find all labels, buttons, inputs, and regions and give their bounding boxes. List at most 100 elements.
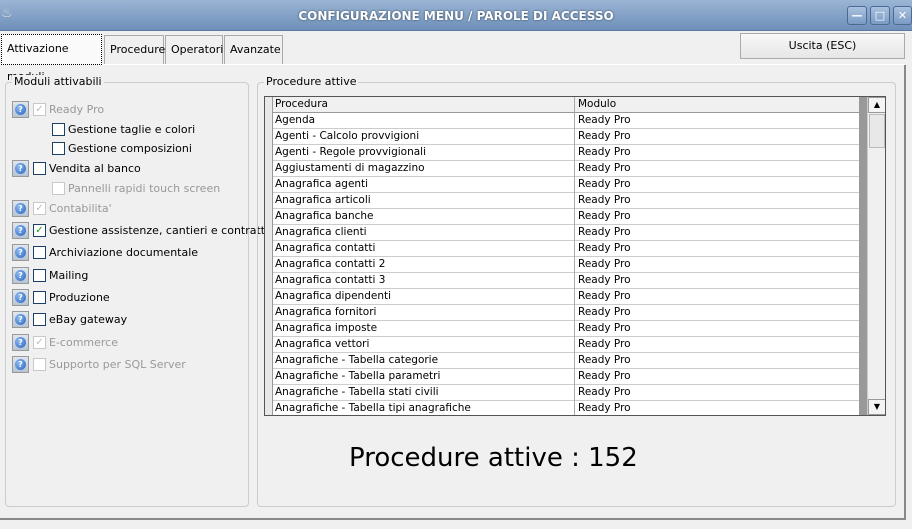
help-icon[interactable]: ? (12, 266, 29, 284)
cell-modulo: Ready Pro (578, 146, 631, 158)
module-item: ? Vendita al banco (12, 159, 141, 177)
help-icon[interactable]: ? (12, 243, 29, 261)
procedures-group-title: Procedure attive (264, 75, 359, 88)
cell-procedura: Anagrafica banche (275, 210, 374, 222)
module-item: ? ✓ E-commerce (12, 333, 118, 351)
title-bar: ♨ CONFIGURAZIONE MENU / PAROLE DI ACCESS… (0, 0, 912, 31)
table-row[interactable]: Agenti - Calcolo provvigioni Ready Pro (265, 129, 859, 145)
cell-modulo: Ready Pro (578, 354, 631, 366)
table-row[interactable]: Anagrafica contatti 2 Ready Pro (265, 257, 859, 273)
cell-modulo: Ready Pro (578, 258, 631, 270)
module-checkbox[interactable] (52, 122, 65, 136)
module-label: E-commerce (49, 335, 118, 349)
module-checkbox[interactable]: ✓ (33, 223, 46, 237)
tab-avanzate[interactable]: Avanzate (224, 35, 283, 64)
cell-procedura: Anagrafica imposte (275, 322, 378, 334)
module-label: Vendita al banco (49, 161, 141, 175)
module-label: Contabilita' (49, 201, 112, 215)
tab-procedure[interactable]: Procedure (104, 35, 165, 64)
module-checkbox (33, 357, 46, 371)
help-icon[interactable]: ? (12, 159, 29, 177)
help-icon[interactable]: ? (12, 355, 29, 373)
table-row[interactable]: Anagrafica agenti Ready Pro (265, 177, 859, 193)
tab-attivazione-moduli[interactable]: Attivazione moduli (1, 34, 102, 83)
table-row[interactable]: Agenti - Regole provvigionali Ready Pro (265, 145, 859, 161)
cell-modulo: Ready Pro (578, 338, 631, 350)
cell-procedura: Anagrafica contatti 2 (275, 258, 386, 270)
module-checkbox[interactable] (33, 245, 46, 259)
help-icon[interactable]: ? (12, 199, 29, 217)
table-row[interactable]: Anagrafica vettori Ready Pro (265, 337, 859, 353)
help-icon[interactable]: ? (12, 100, 29, 118)
modules-group-title: Moduli attivabili (12, 75, 104, 88)
exit-button[interactable]: Uscita (ESC) (740, 33, 905, 59)
table-row[interactable]: Agenda Ready Pro (265, 113, 859, 129)
cell-procedura: Aggiustamenti di magazzino (275, 162, 425, 174)
module-checkbox[interactable] (33, 268, 46, 282)
table-row[interactable]: Aggiustamenti di magazzino Ready Pro (265, 161, 859, 177)
cell-modulo: Ready Pro (578, 194, 631, 206)
cell-procedura: Anagrafica agenti (275, 178, 369, 190)
row-header (265, 97, 273, 415)
cell-modulo: Ready Pro (578, 306, 631, 318)
cell-procedura: Agenda (275, 114, 316, 126)
scroll-down-button[interactable]: ▼ (868, 399, 885, 415)
module-label: Gestione assistenze, cantieri e contratt… (49, 223, 269, 237)
cell-procedura: Anagrafiche - Tabella categorie (275, 354, 439, 366)
module-checkbox: ✓ (33, 201, 46, 215)
module-checkbox[interactable] (33, 312, 46, 326)
module-item: ? ✓ Ready Pro (12, 100, 104, 118)
module-checkbox[interactable] (33, 161, 46, 175)
cell-procedura: Anagrafica dipendenti (275, 290, 392, 302)
scroll-thumb[interactable] (869, 114, 885, 148)
module-label: Gestione taglie e colori (68, 122, 196, 136)
module-checkbox (52, 181, 65, 195)
grid-header: Procedura Modulo (265, 97, 867, 113)
maximize-button[interactable]: □ (870, 6, 890, 25)
column-header-modulo[interactable]: Modulo (578, 98, 616, 110)
table-row[interactable]: Anagrafica articoli Ready Pro (265, 193, 859, 209)
procedures-grid[interactable]: Procedura Modulo Agenda Ready Pro Agenti -… (264, 96, 886, 416)
module-item: Gestione taglie e colori (52, 120, 195, 138)
table-row[interactable]: Anagrafica imposte Ready Pro (265, 321, 859, 337)
module-item: ? Produzione (12, 288, 110, 306)
module-item: Pannelli rapidi touch screen (52, 179, 220, 197)
minimize-button[interactable]: — (847, 6, 867, 25)
table-row[interactable]: Anagrafiche - Tabella tipi anagrafiche Re… (265, 401, 859, 415)
cell-modulo: Ready Pro (578, 162, 631, 174)
module-checkbox[interactable] (33, 290, 46, 304)
table-row[interactable]: Anagrafiche - Tabella parametri Ready Pro (265, 369, 859, 385)
table-row[interactable]: Anagrafiche - Tabella stati civili Ready … (265, 385, 859, 401)
scroll-up-button[interactable]: ▲ (868, 97, 885, 113)
table-row[interactable]: Anagrafica contatti 3 Ready Pro (265, 273, 859, 289)
module-label: Pannelli rapidi touch screen (68, 181, 221, 195)
module-checkbox: ✓ (33, 335, 46, 349)
column-header-procedura[interactable]: Procedura (275, 98, 328, 110)
help-icon[interactable]: ? (12, 310, 29, 328)
cell-procedura: Anagrafiche - Tabella stati civili (275, 386, 439, 398)
cell-modulo: Ready Pro (578, 210, 631, 222)
cell-procedura: Anagrafica vettori (275, 338, 370, 350)
cell-modulo: Ready Pro (578, 370, 631, 382)
table-row[interactable]: Anagrafica dipendenti Ready Pro (265, 289, 859, 305)
cell-procedura: Anagrafiche - Tabella parametri (275, 370, 441, 382)
close-button[interactable]: ✕ (893, 6, 912, 25)
module-checkbox[interactable] (52, 141, 65, 155)
cell-procedura: Agenti - Calcolo provvigioni (275, 130, 420, 142)
tab-operatori[interactable]: Operatori (165, 35, 223, 64)
cell-modulo: Ready Pro (578, 242, 631, 254)
table-row[interactable]: Anagrafica banche Ready Pro (265, 209, 859, 225)
module-checkbox: ✓ (33, 102, 46, 116)
help-icon[interactable]: ? (12, 333, 29, 351)
help-icon[interactable]: ? (12, 288, 29, 306)
module-item: ? Archiviazione documentale (12, 243, 198, 261)
help-icon[interactable]: ? (12, 221, 29, 239)
cell-modulo: Ready Pro (578, 178, 631, 190)
cell-modulo: Ready Pro (578, 402, 631, 414)
vertical-scrollbar[interactable]: ▲ ▼ (867, 97, 885, 415)
table-row[interactable]: Anagrafica clienti Ready Pro (265, 225, 859, 241)
table-row[interactable]: Anagrafiche - Tabella categorie Ready Pro (265, 353, 859, 369)
cell-modulo: Ready Pro (578, 130, 631, 142)
table-row[interactable]: Anagrafica fornitori Ready Pro (265, 305, 859, 321)
table-row[interactable]: Anagrafica contatti Ready Pro (265, 241, 859, 257)
